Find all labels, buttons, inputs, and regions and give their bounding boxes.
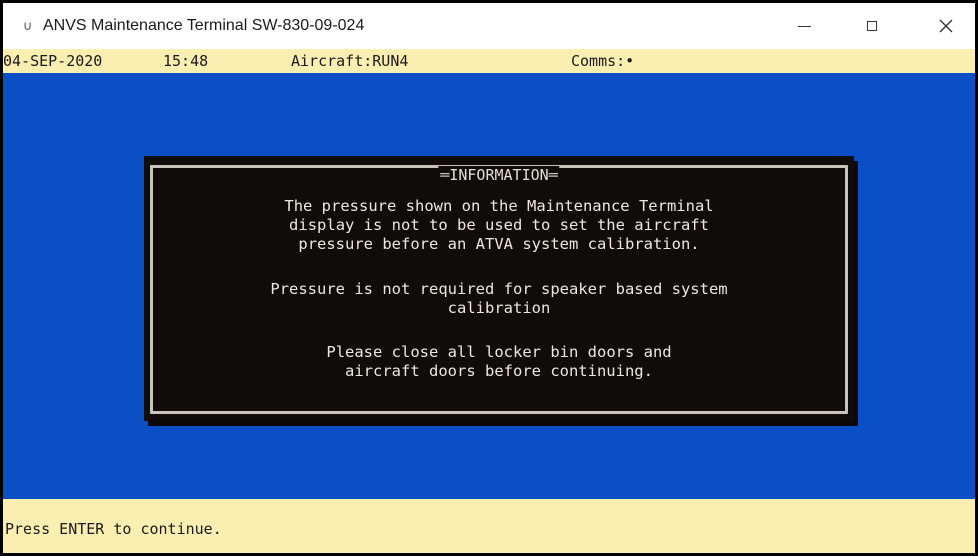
window-title: ANVS Maintenance Terminal SW-830-09-024 [43, 17, 365, 34]
status-date: 04-SEP-2020 [3, 52, 103, 70]
terminal-app-icon: ∪ [23, 19, 33, 34]
continue-prompt: Press ENTER to continue. [5, 520, 222, 538]
dialog-paragraph-2: Pressure is not required for speaker bas… [144, 280, 854, 318]
dialog-line: Please close all locker bin doors and [326, 343, 672, 361]
dialog-line: pressure before an ATVA system calibrati… [298, 235, 700, 253]
close-icon [939, 19, 953, 33]
dialog-paragraph-3: Please close all locker bin doors and air… [144, 343, 854, 381]
dialog-line: aircraft doors before continuing. [345, 362, 653, 380]
minimize-icon [797, 25, 811, 27]
dialog-title-text: INFORMATION [449, 166, 549, 184]
status-aircraft: Aircraft:RUN4 [291, 52, 409, 70]
maximize-icon [867, 21, 877, 31]
information-dialog: ═INFORMATION═ The pressure shown on the … [144, 156, 854, 421]
status-bar: 04-SEP-2020 15:48 Aircraft:RUN4 Comms:• [3, 49, 975, 73]
dialog-line: calibration [447, 299, 551, 317]
dialog-line: Pressure is not required for speaker bas… [270, 280, 728, 298]
title-bar[interactable]: ∪ ANVS Maintenance Terminal SW-830-09-02… [3, 3, 975, 49]
status-comms: Comms:• [571, 52, 635, 70]
dialog-title: ═INFORMATION═ [438, 166, 560, 184]
close-button[interactable] [923, 3, 969, 49]
dialog-line: display is not to be used to set the air… [289, 216, 709, 234]
minimize-button[interactable] [781, 3, 827, 49]
dialog-paragraph-1: The pressure shown on the Maintenance Te… [144, 197, 854, 254]
maximize-button[interactable] [849, 3, 895, 49]
prompt-bar[interactable]: Press ENTER to continue. [3, 499, 975, 553]
status-time: 15:48 [163, 52, 209, 70]
dialog-line: The pressure shown on the Maintenance Te… [284, 197, 714, 215]
terminal-window: ∪ ANVS Maintenance Terminal SW-830-09-02… [0, 0, 978, 556]
terminal-screen: ═INFORMATION═ The pressure shown on the … [3, 73, 975, 499]
